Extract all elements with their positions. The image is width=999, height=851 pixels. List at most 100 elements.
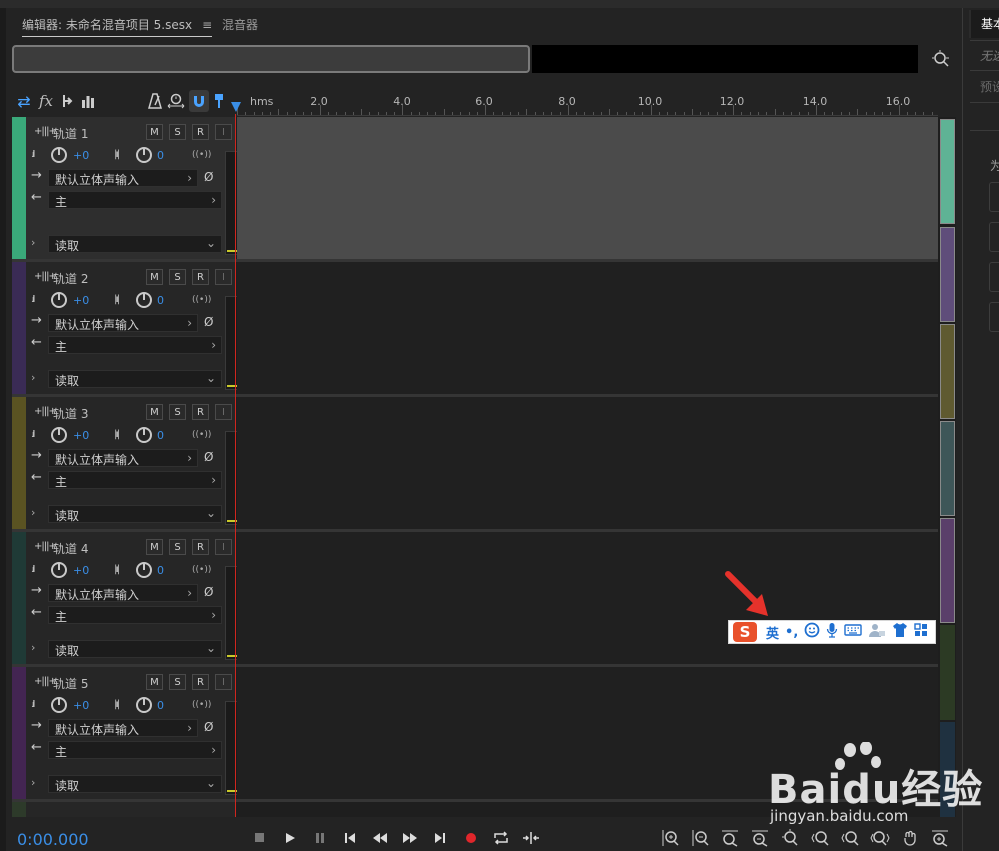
solo-button[interactable]: S xyxy=(169,124,186,140)
scrollbar-track-segment[interactable] xyxy=(940,625,955,720)
solo-button[interactable]: S xyxy=(169,539,186,555)
input-select[interactable]: 默认立体声输入 › xyxy=(48,314,198,332)
playhead-handle[interactable] xyxy=(231,102,241,112)
right-panel-button[interactable] xyxy=(989,302,999,332)
input-monitor-button[interactable]: I xyxy=(215,674,232,690)
pan-knob[interactable] xyxy=(136,697,152,713)
mute-button[interactable]: M xyxy=(146,404,163,420)
track-4[interactable]: +|||+ 轨道 4 M S R I .ıll +0 |ıı| 0 ((•)) … xyxy=(12,532,938,667)
grid-menu-icon[interactable] xyxy=(914,623,928,641)
scrollbar-track-segment[interactable] xyxy=(940,324,955,419)
user-icon[interactable] xyxy=(868,622,886,642)
output-select[interactable]: 主 › xyxy=(48,191,222,209)
input-select[interactable]: 默认立体声输入 › xyxy=(48,169,198,187)
record-arm-button[interactable]: R xyxy=(192,269,209,285)
send-icon[interactable] xyxy=(58,90,76,112)
phase-invert-icon[interactable]: Ø xyxy=(204,170,220,186)
zoom-out-amplitude-icon[interactable] xyxy=(689,828,711,848)
automation-mode-select[interactable]: 读取 ⌄ xyxy=(48,235,222,253)
fast-forward-icon[interactable] xyxy=(399,828,421,848)
zoom-to-selection-icon[interactable] xyxy=(930,48,952,70)
scrollbar-track-segment[interactable] xyxy=(940,227,955,322)
record-arm-button[interactable]: R xyxy=(192,404,209,420)
stop-icon[interactable] xyxy=(249,828,271,848)
timecode-display[interactable]: 0:00.000 xyxy=(17,830,89,849)
automation-mode-select[interactable]: 读取 ⌄ xyxy=(48,370,222,388)
volume-value[interactable]: +0 xyxy=(73,699,89,712)
snap-magnet-icon[interactable] xyxy=(189,90,209,112)
zoom-in-amplitude-icon[interactable] xyxy=(659,828,681,848)
play-icon[interactable] xyxy=(279,828,301,848)
volume-knob[interactable] xyxy=(51,427,67,443)
track-lane[interactable] xyxy=(237,262,938,394)
pan-knob[interactable] xyxy=(136,562,152,578)
solo-button[interactable]: S xyxy=(169,674,186,690)
time-ruler[interactable]: hms 2.0 4.0 6.0 8.0 10.0 12.0 14.0 16.0 xyxy=(237,92,938,116)
input-monitor-button[interactable]: I xyxy=(215,124,232,140)
pan-knob[interactable] xyxy=(136,427,152,443)
skip-selection-icon[interactable] xyxy=(520,828,542,848)
pan-value[interactable]: 0 xyxy=(157,149,164,162)
pan-value[interactable]: 0 xyxy=(157,294,164,307)
right-panel-tab[interactable]: 基本 xyxy=(969,10,999,38)
ime-language-toggle[interactable]: 英 xyxy=(766,623,779,642)
pan-value[interactable]: 0 xyxy=(157,429,164,442)
loop-icon[interactable] xyxy=(490,828,512,848)
time-stretch-icon[interactable] xyxy=(165,90,187,112)
scrollbar-track-segment[interactable] xyxy=(940,119,955,224)
expand-icon[interactable]: › xyxy=(31,641,35,654)
emoji-icon[interactable] xyxy=(804,622,820,642)
right-panel-button[interactable] xyxy=(989,262,999,292)
track-header[interactable]: +|||+ 轨道 1 M S R I .ıll +0 |ıı| 0 ((•)) … xyxy=(26,117,243,259)
scrollbar-track-segment[interactable] xyxy=(940,518,955,623)
solo-button[interactable]: S xyxy=(169,269,186,285)
track-1[interactable]: +|||+ 轨道 1 M S R I .ıll +0 |ıı| 0 ((•)) … xyxy=(12,117,938,262)
volume-knob[interactable] xyxy=(51,292,67,308)
track-header[interactable]: +|||+ 轨道 4 M S R I .ıll +0 |ıı| 0 ((•)) … xyxy=(26,532,243,664)
solo-button[interactable]: S xyxy=(169,404,186,420)
volume-knob[interactable] xyxy=(51,562,67,578)
ime-logo[interactable]: S xyxy=(733,622,757,642)
volume-knob[interactable] xyxy=(51,147,67,163)
volume-value[interactable]: +0 xyxy=(73,149,89,162)
pan-value[interactable]: 0 xyxy=(157,699,164,712)
record-arm-button[interactable]: R xyxy=(192,124,209,140)
mute-button[interactable]: M xyxy=(146,539,163,555)
volume-knob[interactable] xyxy=(51,697,67,713)
input-monitor-button[interactable]: I xyxy=(215,404,232,420)
skin-shirt-icon[interactable] xyxy=(892,622,908,642)
ime-toolbar[interactable]: S 英 •, xyxy=(728,620,936,644)
overview-scrollbar[interactable] xyxy=(12,45,530,73)
pan-value[interactable]: 0 xyxy=(157,564,164,577)
track-lane[interactable] xyxy=(237,532,938,664)
input-monitor-button[interactable]: I xyxy=(215,269,232,285)
track-lane[interactable] xyxy=(237,117,938,259)
track-3[interactable]: +|||+ 轨道 3 M S R I .ıll +0 |ıı| 0 ((•)) … xyxy=(12,397,938,532)
keyboard-icon[interactable] xyxy=(844,623,862,641)
eq-icon[interactable] xyxy=(78,90,98,112)
pan-knob[interactable] xyxy=(136,147,152,163)
scrollbar-track-segment[interactable] xyxy=(940,421,955,516)
sync-arrows-icon[interactable]: ⇄ xyxy=(15,90,33,112)
input-select[interactable]: 默认立体声输入 › xyxy=(48,584,198,602)
track-name[interactable]: 轨道 4 xyxy=(53,540,88,557)
track-scrollbar[interactable] xyxy=(938,117,956,817)
input-select[interactable]: 默认立体声输入 › xyxy=(48,449,198,467)
to-end-icon[interactable] xyxy=(429,828,451,848)
mute-button[interactable]: M xyxy=(146,269,163,285)
track-lane[interactable] xyxy=(237,397,938,529)
metronome-icon[interactable] xyxy=(145,90,165,112)
output-select[interactable]: 主 › xyxy=(48,606,222,624)
track-2[interactable]: +|||+ 轨道 2 M S R I .ıll +0 |ıı| 0 ((•)) … xyxy=(12,262,938,397)
phase-invert-icon[interactable]: Ø xyxy=(204,585,220,601)
right-panel-button[interactable] xyxy=(989,182,999,212)
track-header[interactable]: +|||+ 轨道 5 M S R I .ıll +0 |ıı| 0 ((•)) … xyxy=(26,667,243,799)
output-select[interactable]: 主 › xyxy=(48,336,222,354)
input-select[interactable]: 默认立体声输入 › xyxy=(48,719,198,737)
mute-button[interactable]: M xyxy=(146,674,163,690)
expand-icon[interactable]: › xyxy=(31,506,35,519)
output-select[interactable]: 主 › xyxy=(48,741,222,759)
panel-menu-icon[interactable]: ≡ xyxy=(202,18,212,32)
track-name[interactable]: 轨道 5 xyxy=(53,675,88,692)
volume-value[interactable]: +0 xyxy=(73,564,89,577)
